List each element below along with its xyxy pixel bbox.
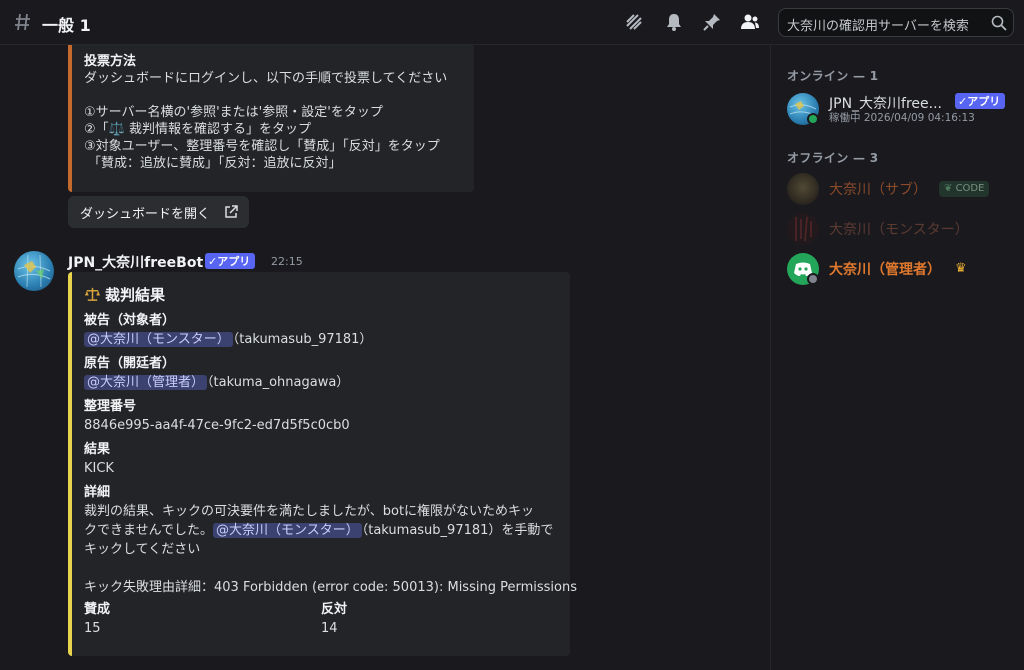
instructions-embed: 投票方法 ダッシュボードにログインし、以下の手順で投票してください ①サーバー名…: [68, 45, 474, 192]
external-link-icon: [225, 205, 238, 218]
user-mention[interactable]: @大奈川（モンスター）: [212, 523, 362, 538]
embed-line: ダッシュボードにログインし、以下の手順で投票してください: [84, 71, 448, 86]
message-author[interactable]: JPN_大奈川freeBot: [68, 252, 203, 272]
embed-line: ①サーバー名横の'参照'または'参照・設定'をタップ: [84, 105, 383, 120]
member-list-icon[interactable]: [740, 12, 760, 32]
member-name: 大奈川（サブ）: [829, 182, 927, 198]
embed-line: 「賛成：追放に賛成」「反対：追放に反対」: [88, 156, 342, 171]
user-mention[interactable]: @大奈川（モンスター）: [84, 332, 233, 347]
chat-area: 投票方法 ダッシュボードにログインし、以下の手順で投票してください ①サーバー名…: [0, 45, 770, 670]
app-badge: ✓アプリ: [205, 253, 256, 269]
search-input[interactable]: 大奈川の確認用サーバーを検索: [778, 8, 1014, 37]
field-name: 原告（開廷者）: [84, 356, 176, 371]
avatar: [787, 173, 819, 205]
embed-line: ②「⚖️ 裁判情報を確認する」をタップ: [84, 122, 311, 137]
user-id: （takuma_ohnagawa）: [207, 375, 350, 390]
avatar: [787, 213, 819, 245]
field-name: 整理番号: [84, 399, 137, 414]
member-list: オンライン — 1 JPN_大奈川free... ✓アプリ 稼働中 2026/0…: [770, 45, 1024, 670]
member-name: 大奈川（管理者）: [829, 262, 941, 278]
field-value: 14: [321, 621, 338, 636]
field-value: KICK: [84, 461, 114, 476]
field-name: 詳細: [84, 485, 111, 500]
open-dashboard-button[interactable]: ダッシュボードを開く: [68, 196, 249, 228]
code-tag-text: CODE: [955, 183, 985, 194]
threads-icon[interactable]: [624, 12, 644, 32]
embed-title: 投票方法: [84, 54, 137, 69]
field-value: 裁判の結果、キックの可決要件を満たしましたが、botに権限がないためキッ: [84, 504, 535, 519]
owner-crown-icon: ♛: [955, 261, 967, 276]
pin-icon[interactable]: [702, 12, 722, 32]
field-name: 反対: [321, 602, 348, 617]
member-status-text: 稼働中 2026/04/09 04:16:13: [829, 112, 975, 124]
result-embed: 裁判結果 被告（対象者） @大奈川（モンスター） （takumasub_97181…: [68, 272, 577, 656]
field-value: 15: [84, 621, 101, 636]
channel-name: 一般 1: [42, 16, 91, 35]
field-name: 賛成: [84, 602, 111, 617]
leaf-icon: ❦: [944, 183, 953, 194]
detail-text: クできませんでした。: [84, 523, 213, 538]
online-group-label: オンライン — 1: [787, 69, 879, 83]
field-value: クできませんでした。 @大奈川（モンスター） （takumasub_97181）を手…: [84, 521, 558, 540]
offline-group-label: オフライン — 3: [787, 151, 879, 165]
member-name: 大奈川（モンスター）: [829, 222, 969, 238]
field-name: 被告（対象者）: [84, 313, 176, 328]
code-tag: ❦ CODE: [939, 181, 990, 197]
field-value: キックしてください: [84, 542, 201, 557]
embed-line: ③対象ユーザー、整理番号を確認し「賛成」「反対」をタップ: [84, 139, 440, 154]
field-value: @大奈川（管理者） （takuma_ohnagawa）: [84, 373, 558, 392]
field-value: @大奈川（モンスター） （takumasub_97181）: [84, 330, 558, 349]
user-id: （takumasub_97181）: [232, 332, 373, 347]
bot-avatar[interactable]: [14, 251, 54, 291]
hash-icon: [15, 13, 30, 31]
detail-text: （takumasub_97181）を手動で: [361, 523, 554, 538]
channel-header: 一般 1 大奈川の確認用サーバーを検索: [0, 0, 1024, 45]
embed-title: 裁判結果: [84, 284, 558, 304]
field-name: 結果: [84, 442, 111, 457]
scale-icon: [84, 287, 101, 301]
field-value: キック失敗理由詳細：403 Forbidden (error code: 500…: [84, 580, 577, 595]
field-value: 8846e995-aa4f-47ce-9fc2-ed7d5f5c0cb0: [84, 418, 350, 433]
embed-title-text: 裁判結果: [105, 285, 166, 304]
online-status-icon: [807, 113, 819, 125]
open-dashboard-label: ダッシュボードを開く: [80, 206, 211, 222]
search-icon: [991, 15, 1007, 31]
offline-status-icon: [807, 273, 819, 285]
message-timestamp[interactable]: 22:15: [271, 255, 303, 268]
vote-fields: 賛成 15 反対 14: [84, 601, 558, 638]
search-placeholder: 大奈川の確認用サーバーを検索: [787, 19, 969, 34]
app-badge: ✓アプリ: [955, 93, 1006, 109]
user-mention[interactable]: @大奈川（管理者）: [84, 375, 208, 390]
notification-bell-icon[interactable]: [664, 12, 684, 32]
